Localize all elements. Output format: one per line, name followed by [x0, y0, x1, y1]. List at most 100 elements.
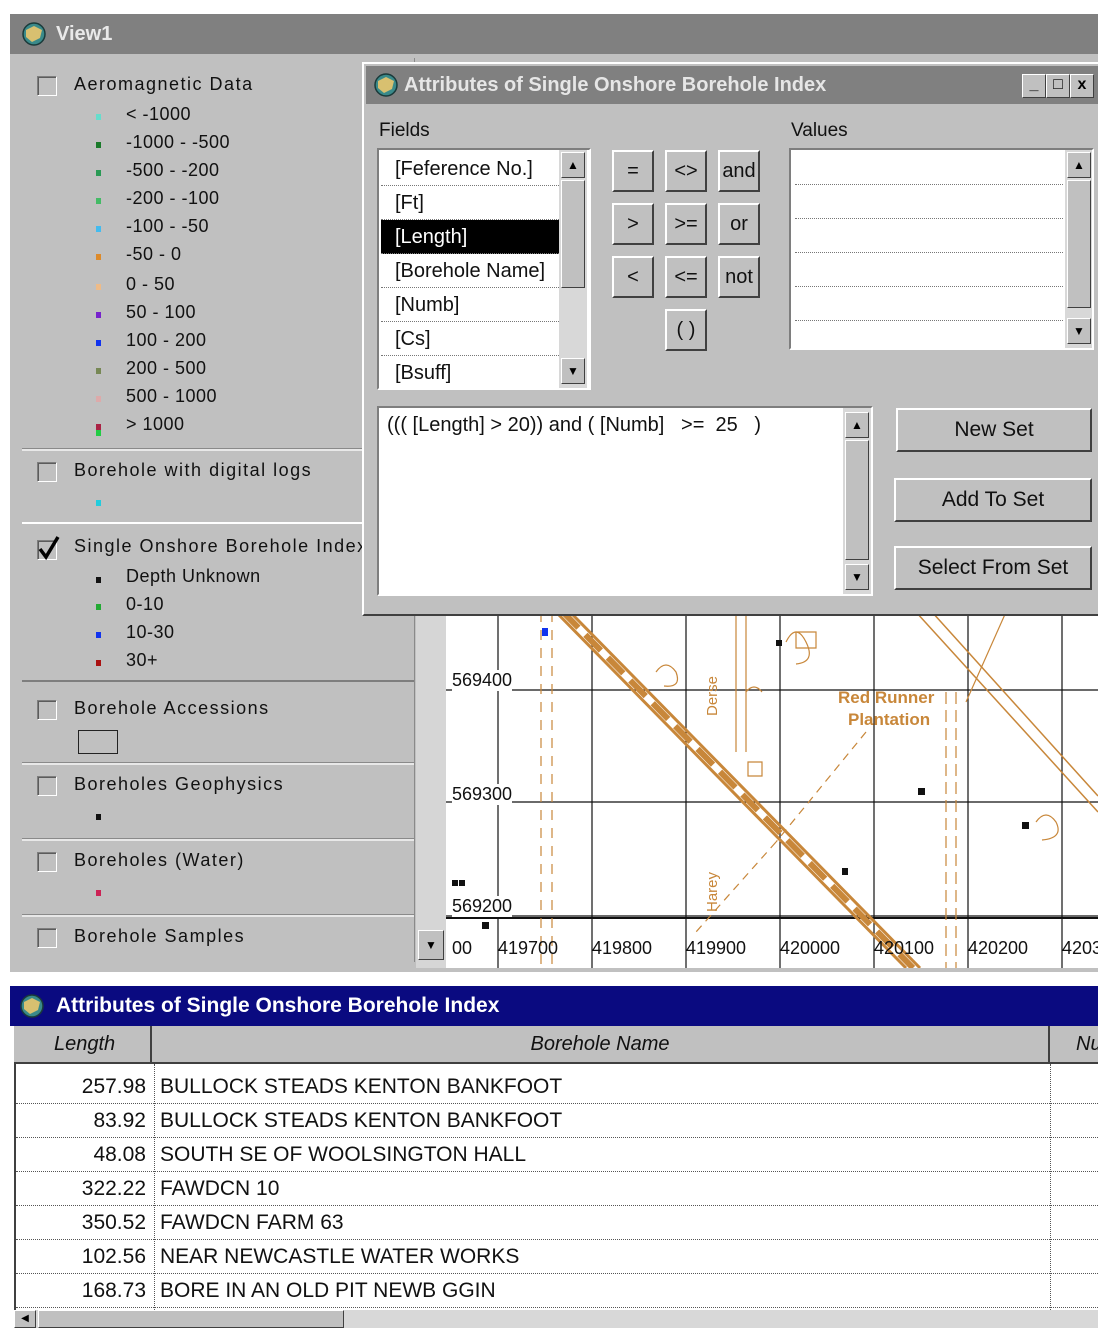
theme-checkbox-samples[interactable]	[37, 928, 57, 948]
values-listbox[interactable]: ▲ ▼	[789, 148, 1094, 350]
northing-label: 569300	[452, 784, 513, 805]
globe-icon	[18, 992, 46, 1020]
close-button[interactable]: x	[1070, 74, 1094, 98]
new-set-button[interactable]: New Set	[896, 408, 1092, 452]
legend-separator	[22, 762, 414, 765]
field-item[interactable]: [Cs]	[381, 322, 559, 356]
theme-name-samples[interactable]: Borehole Samples	[74, 926, 245, 947]
scroll-up-button[interactable]: ▲	[1067, 152, 1091, 178]
legend-swatch	[96, 312, 101, 318]
table-title: Attributes of Single Onshore Borehole In…	[56, 994, 500, 1017]
field-item-selected[interactable]: [Length]	[381, 220, 559, 254]
table-titlebar[interactable]: Attributes of Single Onshore Borehole In…	[10, 986, 1098, 1026]
maximize-button[interactable]: □	[1046, 74, 1070, 98]
theme-name-water[interactable]: Boreholes (Water)	[74, 850, 245, 871]
expression-scrollbar[interactable]: ▲ ▼	[843, 408, 871, 594]
cell-length: 83.92	[93, 1109, 146, 1132]
theme-checkbox-accessions[interactable]	[37, 700, 57, 720]
legend-class-label: > 1000	[126, 414, 185, 434]
table-row[interactable]: 83.92 BULLOCK STEADS KENTON BANKFOOT	[16, 1104, 1098, 1138]
theme-checkbox-water[interactable]	[37, 852, 57, 872]
map-place-label: Plantation	[848, 710, 931, 729]
theme-name-accessions[interactable]: Borehole Accessions	[74, 698, 270, 719]
scroll-down-button[interactable]: ▼	[845, 564, 869, 590]
values-scrollbar[interactable]: ▲ ▼	[1065, 150, 1092, 348]
theme-name-aeromagnetic[interactable]: Aeromagnetic Data	[74, 74, 254, 95]
op-equals-button[interactable]: =	[612, 150, 654, 192]
op-less-equal-button[interactable]: <=	[665, 256, 707, 298]
expression-text[interactable]: ((( [Length] > 20)) and ( [Numb] >= 25 )	[387, 414, 761, 437]
table-row[interactable]: 322.22 FAWDCN 10	[16, 1172, 1098, 1206]
column-header-numb[interactable]: Nu	[1050, 1026, 1098, 1062]
theme-checkbox-aeromagnetic[interactable]	[37, 76, 57, 96]
scroll-left-button[interactable]: ◀	[14, 1310, 36, 1328]
field-item[interactable]: [Numb]	[381, 288, 559, 322]
legend-class-label: -50 - 0	[126, 244, 182, 264]
legend-swatch	[96, 632, 101, 638]
legend-swatch	[96, 890, 101, 896]
op-greater-button[interactable]: >	[612, 203, 654, 245]
select-from-set-button[interactable]: Select From Set	[894, 546, 1092, 590]
column-header-length[interactable]: Length	[14, 1026, 152, 1062]
query-dialog-titlebar[interactable]: Attributes of Single Onshore Borehole In…	[366, 66, 1098, 104]
minimize-button[interactable]: _	[1022, 74, 1046, 98]
scroll-down-button[interactable]: ▼	[1067, 318, 1091, 344]
field-item[interactable]: [Bsuff]	[381, 356, 559, 388]
table-horizontal-scrollbar[interactable]: ◀	[14, 1310, 1098, 1328]
theme-name-single-onshore[interactable]: Single Onshore Borehole Index	[74, 536, 368, 557]
view-titlebar[interactable]: View1	[10, 14, 1098, 54]
map-canvas[interactable]: 569400 569300 569200 00 419700 419800 41…	[446, 612, 1098, 968]
theme-checkbox-geophysics[interactable]	[37, 776, 57, 796]
legend-swatch	[96, 284, 101, 290]
legend-swatch	[96, 198, 101, 204]
legend-swatch	[96, 170, 101, 176]
op-or-button[interactable]: or	[718, 203, 760, 245]
field-item[interactable]: [Ft]	[381, 186, 559, 220]
theme-checkbox-single-onshore[interactable]	[37, 536, 60, 561]
values-label: Values	[791, 120, 848, 141]
scroll-thumb[interactable]	[845, 440, 869, 560]
op-greater-equal-button[interactable]: >=	[665, 203, 707, 245]
values-row-line	[795, 286, 1063, 287]
op-not-equal-button[interactable]: <>	[665, 150, 707, 192]
table-row[interactable]: 257.98 BULLOCK STEADS KENTON BANKFOOT	[16, 1070, 1098, 1104]
field-item[interactable]: [Feference No.]	[381, 152, 559, 186]
cell-borehole-name: BORE IN AN OLD PIT NEWB GGIN	[160, 1279, 496, 1302]
theme-name-digital-logs[interactable]: Borehole with digital logs	[74, 460, 312, 481]
legend-swatch	[96, 604, 101, 610]
scroll-thumb[interactable]	[561, 180, 585, 288]
add-to-set-button[interactable]: Add To Set	[894, 478, 1092, 522]
op-less-button[interactable]: <	[612, 256, 654, 298]
scroll-down-button[interactable]: ▼	[418, 930, 444, 960]
globe-icon	[372, 71, 400, 99]
fields-scrollbar[interactable]: ▲ ▼	[559, 150, 587, 388]
cell-borehole-name: BULLOCK STEADS KENTON BANKFOOT	[160, 1075, 563, 1098]
table-row[interactable]: 350.52 FAWDCN FARM 63	[16, 1206, 1098, 1240]
table-row[interactable]: 168.73 BORE IN AN OLD PIT NEWB GGIN	[16, 1274, 1098, 1308]
theme-checkbox-digital-logs[interactable]	[37, 462, 57, 482]
table-row[interactable]: 102.56 NEAR NEWCASTLE WATER WORKS	[16, 1240, 1098, 1274]
easting-label: 420000	[780, 938, 841, 958]
fields-listbox[interactable]: [Feference No.] [Ft] [Length] [Borehole …	[377, 148, 591, 390]
op-and-button[interactable]: and	[718, 150, 760, 192]
scroll-up-button[interactable]: ▲	[845, 412, 869, 438]
scroll-thumb[interactable]	[1067, 180, 1091, 308]
globe-icon	[20, 20, 48, 48]
easting-label: 4203	[1062, 938, 1098, 958]
column-header-borehole-name[interactable]: Borehole Name	[152, 1026, 1050, 1062]
map-place-label: Derse	[704, 675, 721, 716]
legend-separator	[22, 448, 414, 451]
theme-name-geophysics[interactable]: Boreholes Geophysics	[74, 774, 284, 795]
scroll-down-button[interactable]: ▼	[561, 358, 585, 384]
op-parentheses-button[interactable]: ( )	[665, 309, 707, 351]
easting-label: 420200	[968, 938, 1029, 958]
legend-class-label: < -1000	[126, 104, 192, 124]
field-item[interactable]: [Borehole Name]	[381, 254, 559, 288]
legend-scrollbar[interactable]	[416, 612, 446, 968]
expression-textarea[interactable]: ((( [Length] > 20)) and ( [Numb] >= 25 )…	[377, 406, 873, 596]
scroll-up-button[interactable]: ▲	[561, 152, 585, 178]
scroll-thumb[interactable]	[38, 1310, 344, 1328]
table-row[interactable]: 48.08 SOUTH SE OF WOOLSINGTON HALL	[16, 1138, 1098, 1172]
op-not-button[interactable]: not	[718, 256, 760, 298]
legend-class-label: 500 - 1000	[126, 386, 218, 406]
